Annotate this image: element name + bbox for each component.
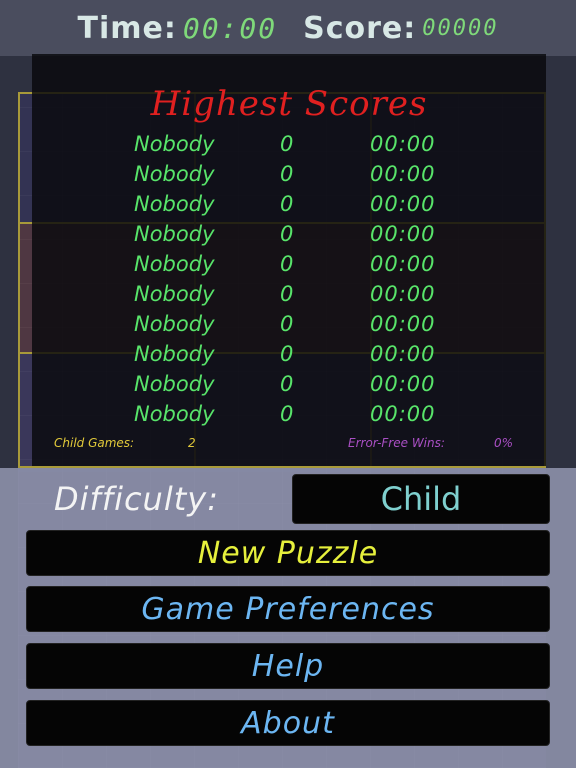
high-scores-panel: Highest Scores Nobody 0 00:00 Nobody 0 0…	[32, 54, 546, 466]
score-row-name: Nobody	[134, 252, 215, 276]
score-row: Nobody 0 00:00	[32, 400, 546, 430]
score-row: Nobody 0 00:00	[32, 130, 546, 160]
score-row-name: Nobody	[134, 342, 215, 366]
score-row-points: 0	[280, 162, 294, 186]
score-row-name: Nobody	[134, 372, 215, 396]
error-free-wins-value: 0%	[494, 436, 514, 450]
score-row-time: 00:00	[370, 282, 436, 306]
score-row-time: 00:00	[370, 162, 436, 186]
games-played-value: 2	[188, 436, 196, 450]
score-row-time: 00:00	[370, 252, 436, 276]
score-row-points: 0	[280, 282, 294, 306]
score-row-name: Nobody	[134, 282, 215, 306]
score-row: Nobody 0 00:00	[32, 190, 546, 220]
score-label: Score:	[303, 10, 417, 46]
score-row: Nobody 0 00:00	[32, 370, 546, 400]
score-row-points: 0	[280, 402, 294, 426]
about-button[interactable]: About	[26, 700, 550, 746]
score-row: Nobody 0 00:00	[32, 160, 546, 190]
score-row-time: 00:00	[370, 192, 436, 216]
status-header: Time: 00:00 Score: 00000	[0, 0, 576, 56]
score-row-name: Nobody	[134, 162, 215, 186]
score-row-name: Nobody	[134, 402, 215, 426]
games-played-label: Child Games:	[54, 436, 135, 450]
score-row-name: Nobody	[134, 192, 215, 216]
score-row-points: 0	[280, 252, 294, 276]
game-stats: Child Games: 2 Error-Free Wins: 0%	[32, 436, 546, 456]
score-row-time: 00:00	[370, 402, 436, 426]
score-row-time: 00:00	[370, 372, 436, 396]
score-row-points: 0	[280, 132, 294, 156]
score-row-points: 0	[280, 312, 294, 336]
score-row-points: 0	[280, 372, 294, 396]
score-row-points: 0	[280, 192, 294, 216]
score-row-points: 0	[280, 342, 294, 366]
score-row-time: 00:00	[370, 342, 436, 366]
difficulty-label: Difficulty:	[54, 480, 219, 518]
score-row-time: 00:00	[370, 222, 436, 246]
score-row: Nobody 0 00:00	[32, 220, 546, 250]
score-row: Nobody 0 00:00	[32, 250, 546, 280]
score-row-name: Nobody	[134, 222, 215, 246]
main-menu: Difficulty: Child New Puzzle Game Prefer…	[0, 468, 576, 768]
score-row: Nobody 0 00:00	[32, 280, 546, 310]
score-row-time: 00:00	[370, 312, 436, 336]
score-row: Nobody 0 00:00	[32, 340, 546, 370]
time-display: Time: 00:00	[77, 11, 277, 46]
difficulty-selector[interactable]: Child	[292, 474, 550, 524]
score-row-name: Nobody	[134, 132, 215, 156]
time-value: 00:00	[182, 11, 278, 45]
high-scores-title: Highest Scores	[150, 84, 428, 124]
score-row-time: 00:00	[370, 132, 436, 156]
score-display: Score: 00000	[303, 11, 498, 46]
score-row-name: Nobody	[134, 312, 215, 336]
score-value: 00000	[422, 15, 499, 41]
time-label: Time:	[77, 10, 177, 46]
help-button[interactable]: Help	[26, 643, 550, 689]
score-row: Nobody 0 00:00	[32, 310, 546, 340]
score-row-points: 0	[280, 222, 294, 246]
game-preferences-button[interactable]: Game Preferences	[26, 586, 550, 632]
error-free-wins-label: Error-Free Wins:	[348, 436, 445, 450]
new-puzzle-button[interactable]: New Puzzle	[26, 530, 550, 576]
